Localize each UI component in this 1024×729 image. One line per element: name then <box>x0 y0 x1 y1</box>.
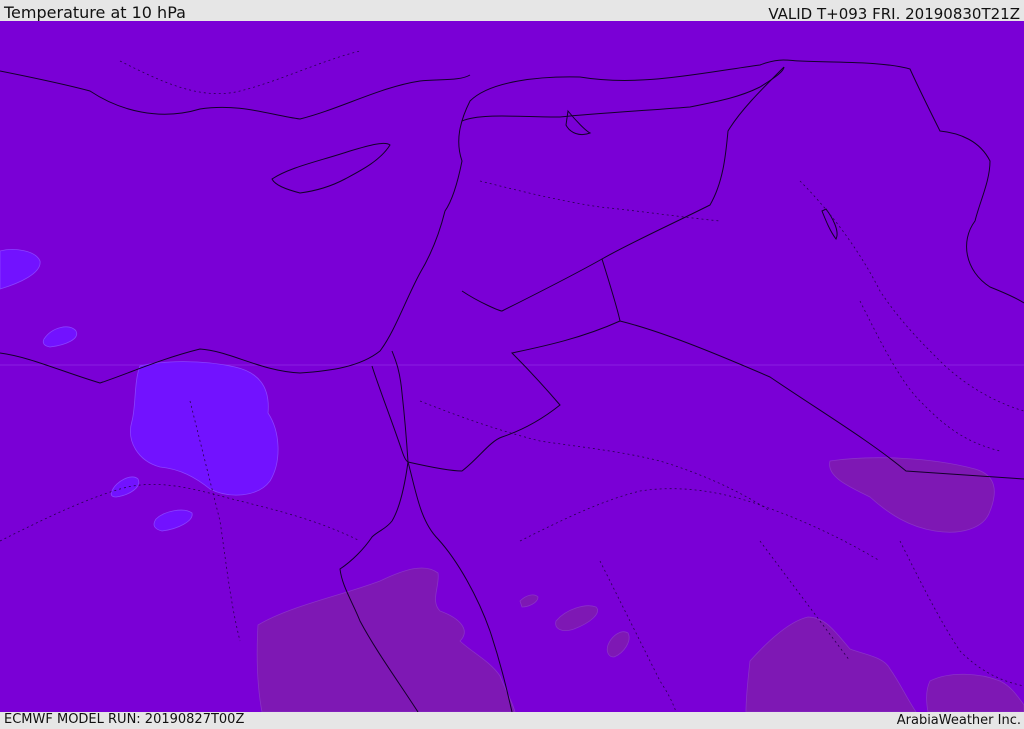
map-area[interactable] <box>0 21 1024 712</box>
map-title: Temperature at 10 hPa <box>4 3 186 22</box>
footer-bar: ECMWF MODEL RUN: 20190827T00Z ArabiaWeat… <box>0 712 1024 729</box>
model-run-label: ECMWF MODEL RUN: 20190827T00Z <box>4 712 245 727</box>
credit-label: ArabiaWeather Inc. <box>896 713 1021 728</box>
map-canvas <box>0 21 1024 712</box>
header-bar: Temperature at 10 hPa VALID T+093 FRI. 2… <box>0 0 1024 23</box>
